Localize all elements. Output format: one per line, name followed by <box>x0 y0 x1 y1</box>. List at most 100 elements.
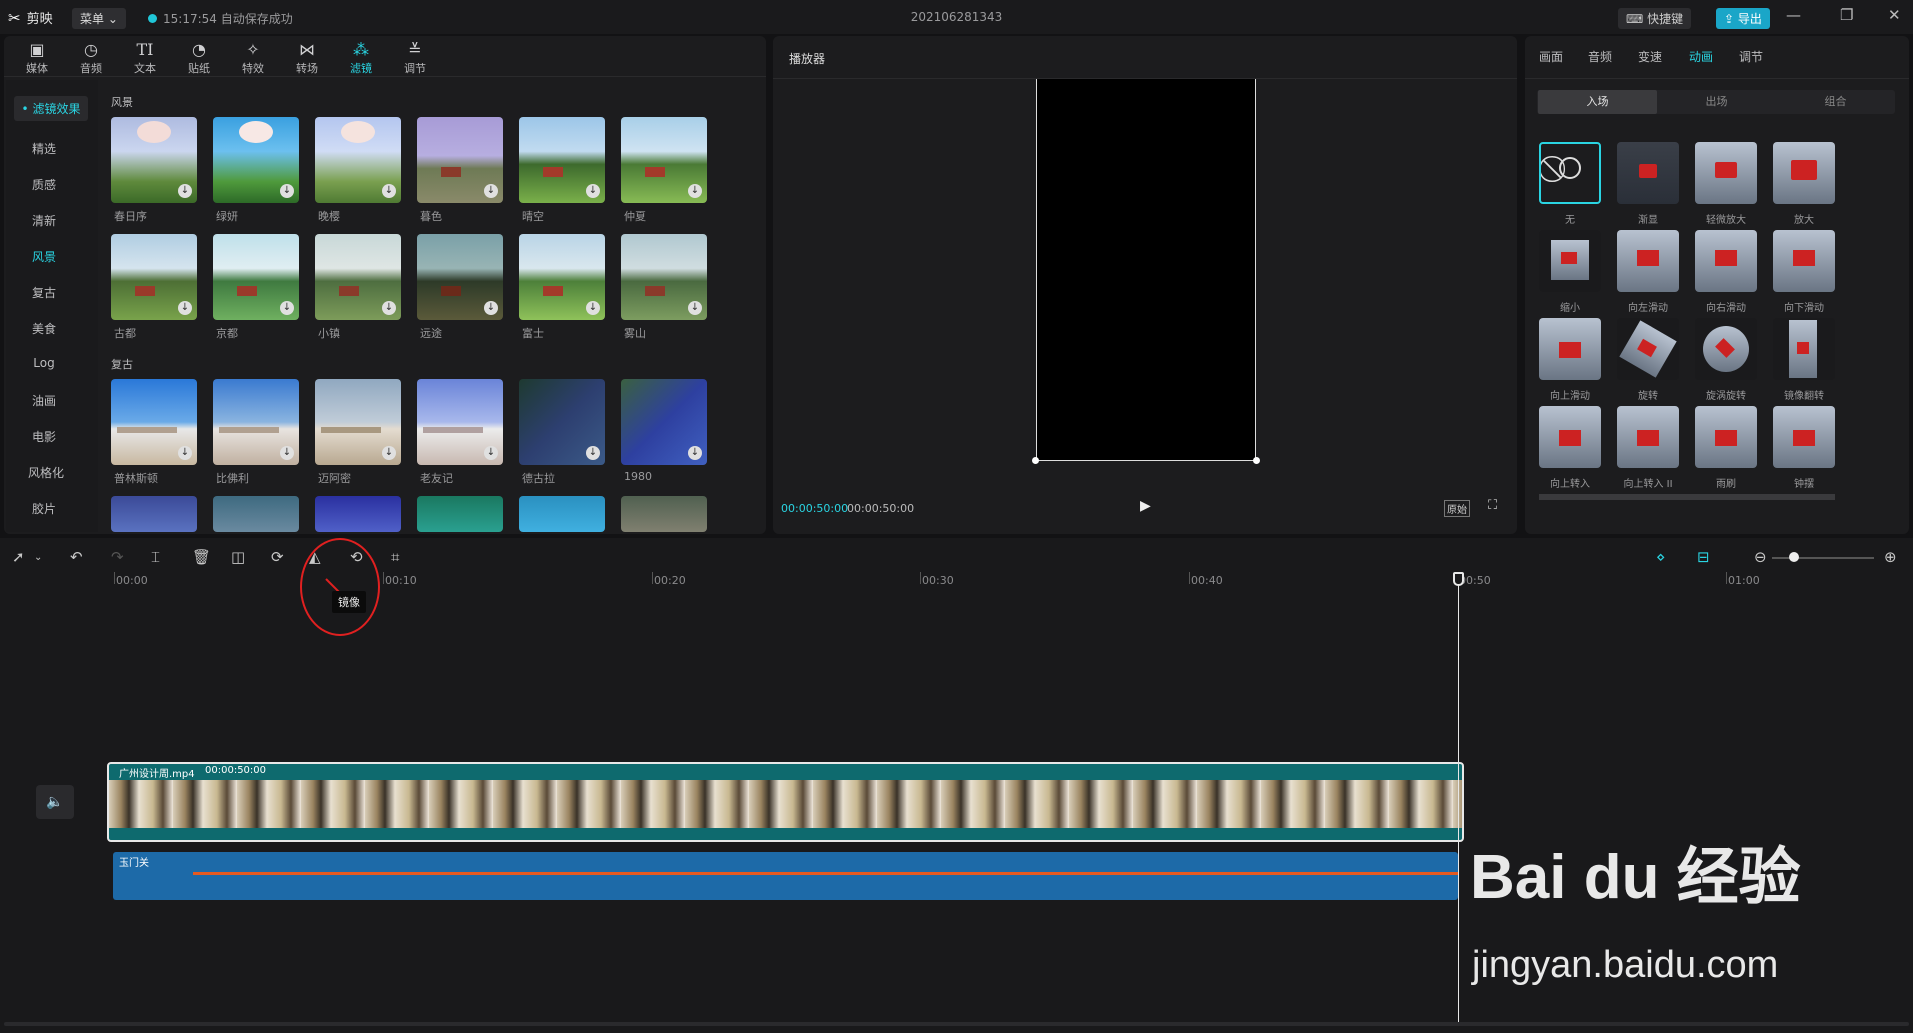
player-preview[interactable] <box>1036 79 1256 461</box>
filter-thumb[interactable] <box>621 496 707 532</box>
sidebar-item-scenery[interactable]: 风景 <box>6 248 82 265</box>
filter-thumb[interactable]: ↓ <box>417 379 503 465</box>
audio-clip[interactable]: 玉门关 <box>113 852 1458 900</box>
segment-out[interactable]: 出场 <box>1657 90 1776 114</box>
download-icon[interactable]: ↓ <box>586 184 600 198</box>
sidebar-item-stylize[interactable]: 风格化 <box>8 464 84 481</box>
filter-thumb[interactable]: ↓ <box>315 234 401 320</box>
filter-thumb[interactable]: ↓ <box>519 117 605 203</box>
resize-handle[interactable] <box>1253 457 1260 464</box>
shortcut-button[interactable]: ⌨ 快捷键 <box>1618 8 1692 29</box>
animation-thumb[interactable] <box>1695 406 1757 468</box>
filter-thumb[interactable]: ↓ <box>213 379 299 465</box>
sidebar-item-fresh[interactable]: 清新 <box>6 212 82 229</box>
animation-thumb[interactable] <box>1773 230 1835 292</box>
segment-combo[interactable]: 组合 <box>1776 90 1895 114</box>
animation-thumb[interactable] <box>1695 230 1757 292</box>
minimize-icon[interactable]: — <box>1786 6 1801 24</box>
animation-thumb[interactable] <box>1539 318 1601 380</box>
ratio-button[interactable]: 原始 <box>1444 500 1470 517</box>
menu-button[interactable]: 菜单 ⌄ <box>72 8 126 29</box>
restore-icon[interactable]: ❐ <box>1840 6 1853 24</box>
freeze-frame-icon[interactable]: ◫ <box>231 548 245 566</box>
animation-thumb[interactable] <box>1539 406 1601 468</box>
filter-thumb[interactable] <box>213 496 299 532</box>
sidebar-item-food[interactable]: 美食 <box>6 320 82 337</box>
resize-handle[interactable] <box>1032 457 1039 464</box>
sidebar-item-oil-painting[interactable]: 油画 <box>6 392 82 409</box>
animation-thumb[interactable] <box>1695 318 1757 380</box>
animation-none[interactable]: ⃠ <box>1539 142 1601 204</box>
toolbar-adjust[interactable]: ≚ 调节 <box>395 40 435 76</box>
filter-thumb[interactable]: ↓ <box>315 379 401 465</box>
download-icon[interactable]: ↓ <box>484 446 498 460</box>
playhead-handle[interactable] <box>1453 572 1464 586</box>
sidebar-item-texture[interactable]: 质感 <box>6 176 82 193</box>
filter-thumb[interactable]: ↓ <box>315 117 401 203</box>
zoom-out-icon[interactable]: ⊖ <box>1754 548 1767 566</box>
filter-thumb[interactable]: ↓ <box>417 234 503 320</box>
download-icon[interactable]: ↓ <box>586 301 600 315</box>
download-icon[interactable]: ↓ <box>178 301 192 315</box>
filter-thumb[interactable]: ↓ <box>111 379 197 465</box>
video-clip[interactable]: 广州设计周.mp4 00:00:50:00 <box>107 762 1464 842</box>
filter-thumb[interactable] <box>519 496 605 532</box>
download-icon[interactable]: ↓ <box>382 446 396 460</box>
download-icon[interactable]: ↓ <box>178 184 192 198</box>
download-icon[interactable]: ↓ <box>280 446 294 460</box>
sidebar-item-movie[interactable]: 电影 <box>6 428 82 445</box>
tab-speed[interactable]: 变速 <box>1638 48 1662 65</box>
animation-thumb[interactable] <box>1539 230 1601 292</box>
filter-thumb[interactable]: ↓ <box>417 117 503 203</box>
toolbar-sticker[interactable]: ◔ 贴纸 <box>179 40 219 76</box>
snap-icon[interactable]: ⋄ <box>1656 548 1665 566</box>
filter-thumb[interactable] <box>111 496 197 532</box>
toolbar-effects[interactable]: ✧ 特效 <box>233 40 273 76</box>
close-icon[interactable]: ✕ <box>1888 6 1901 24</box>
filter-thumb[interactable]: ↓ <box>621 379 707 465</box>
sidebar-item-filter-effects[interactable]: • 滤镜效果 <box>14 96 88 121</box>
download-icon[interactable]: ↓ <box>688 301 702 315</box>
toolbar-transition[interactable]: ⋈ 转场 <box>287 40 327 76</box>
animation-thumb[interactable] <box>1773 318 1835 380</box>
download-icon[interactable]: ↓ <box>178 446 192 460</box>
animation-thumb[interactable] <box>1617 318 1679 380</box>
download-icon[interactable]: ↓ <box>280 301 294 315</box>
animation-thumb[interactable] <box>1617 230 1679 292</box>
download-icon[interactable]: ↓ <box>688 446 702 460</box>
filter-thumb[interactable]: ↓ <box>213 117 299 203</box>
sidebar-item-retro[interactable]: 复古 <box>6 284 82 301</box>
filter-thumb[interactable]: ↓ <box>111 234 197 320</box>
sidebar-item-log[interactable]: Log <box>6 356 82 370</box>
tab-animation[interactable]: 动画 <box>1689 48 1713 65</box>
crop-icon[interactable]: ⌗ <box>391 548 399 566</box>
segment-in[interactable]: 入场 <box>1538 90 1657 114</box>
filter-thumb[interactable]: ↓ <box>519 234 605 320</box>
download-icon[interactable]: ↓ <box>484 301 498 315</box>
export-button[interactable]: ⇪ 导出 <box>1716 8 1770 29</box>
mute-track-button[interactable]: 🔈 <box>36 785 74 819</box>
timeline-scrollbar[interactable] <box>4 1022 1909 1026</box>
toolbar-media[interactable]: ▣ 媒体 <box>17 40 57 76</box>
toolbar-filter[interactable]: ⁂ 滤镜 <box>341 40 381 76</box>
download-icon[interactable]: ↓ <box>586 446 600 460</box>
download-icon[interactable]: ↓ <box>688 184 702 198</box>
animation-thumb[interactable] <box>1773 142 1835 204</box>
link-icon[interactable]: ⊟ <box>1697 548 1710 566</box>
playhead[interactable] <box>1458 572 1459 1022</box>
animation-thumb[interactable] <box>1617 406 1679 468</box>
download-icon[interactable]: ↓ <box>280 184 294 198</box>
reverse-icon[interactable]: ⟳ <box>271 548 284 566</box>
tab-picture[interactable]: 画面 <box>1539 48 1563 65</box>
redo-icon[interactable]: ↷ <box>111 548 124 566</box>
toolbar-text[interactable]: TI 文本 <box>125 40 165 76</box>
sidebar-item-featured[interactable]: 精选 <box>6 140 82 157</box>
delete-icon[interactable]: 🗑 <box>192 548 211 566</box>
filter-thumb[interactable]: ↓ <box>519 379 605 465</box>
zoom-slider-handle[interactable] <box>1789 552 1799 562</box>
zoom-in-icon[interactable]: ⊕ <box>1884 548 1897 566</box>
undo-icon[interactable]: ↶ <box>70 548 83 566</box>
filter-thumb[interactable]: ↓ <box>621 117 707 203</box>
toolbar-audio[interactable]: ◷ 音频 <box>71 40 111 76</box>
animation-thumb[interactable] <box>1773 406 1835 468</box>
